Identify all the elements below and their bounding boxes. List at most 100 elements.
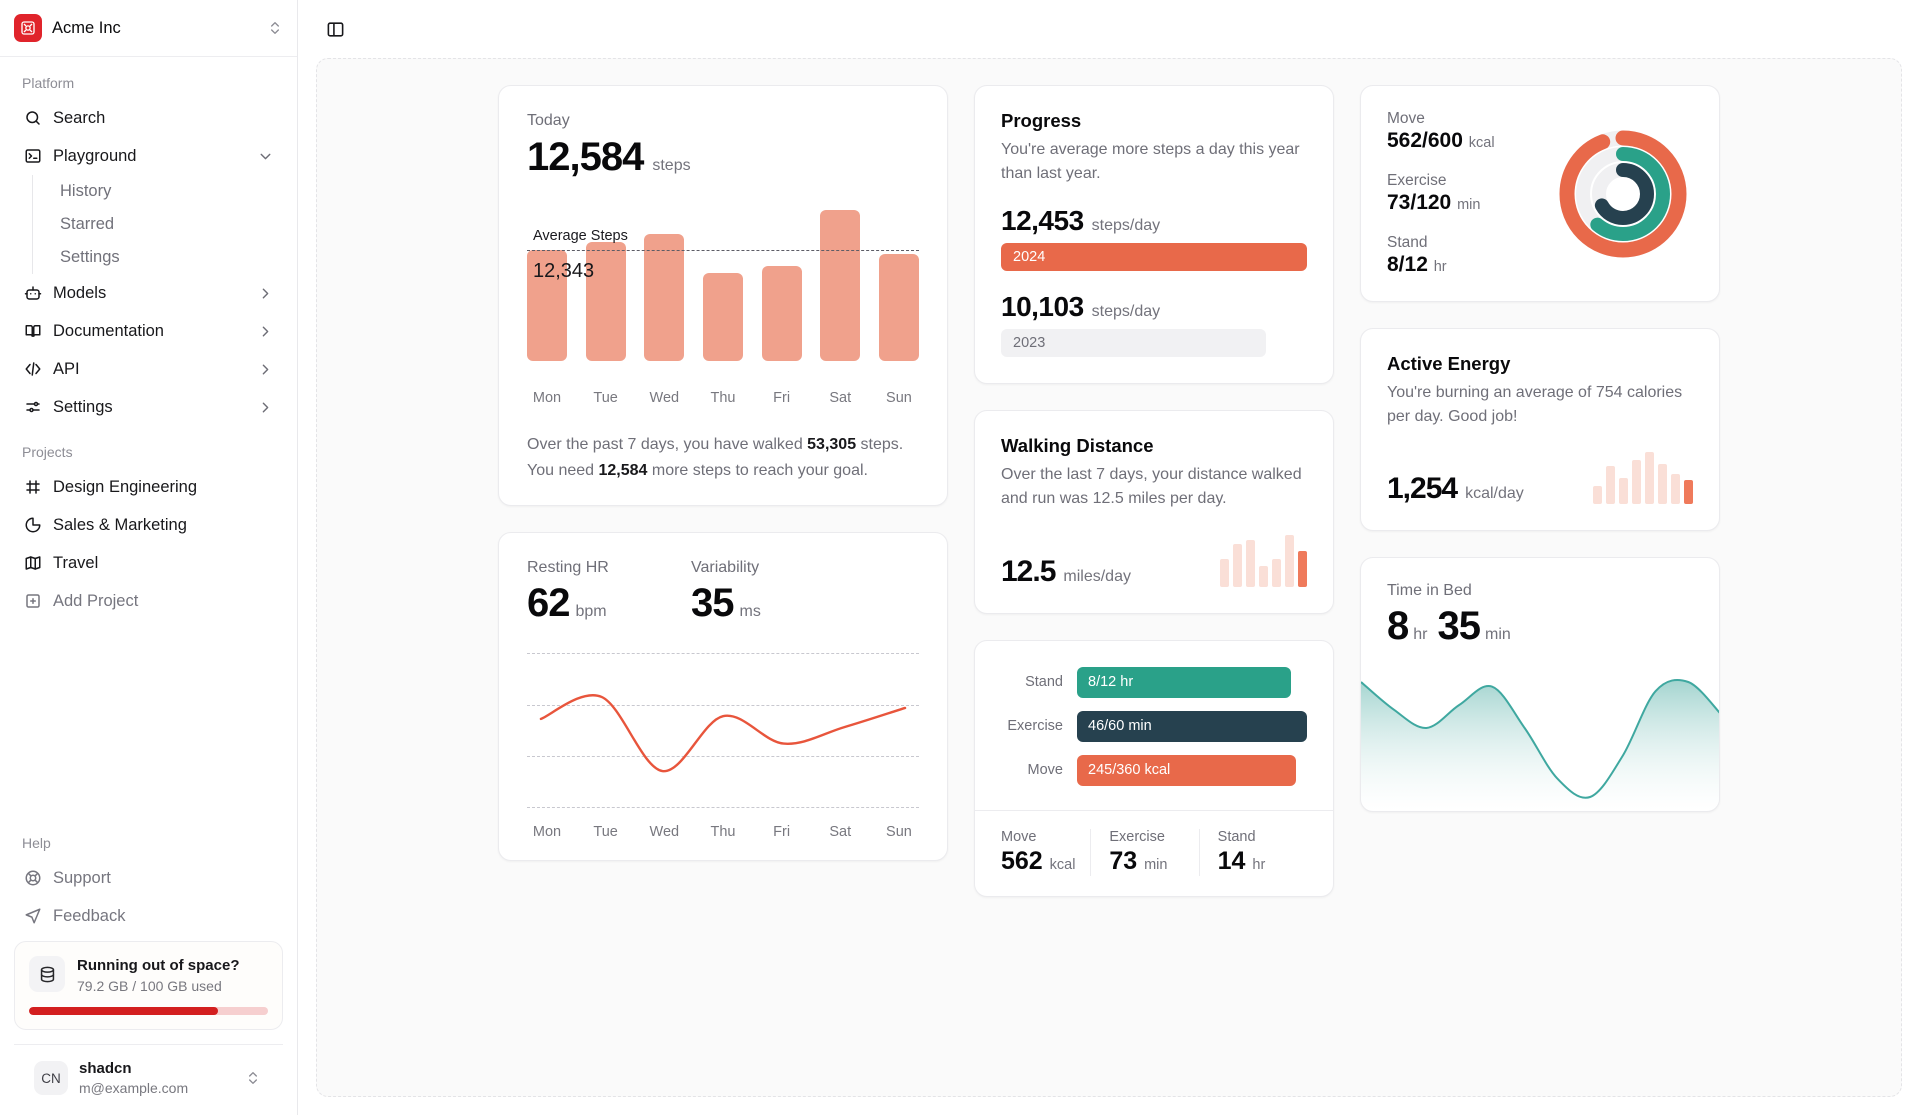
workspace-switcher[interactable]: Acme Inc <box>0 0 297 57</box>
day-label: Thu <box>710 824 736 841</box>
chevron-right-icon[interactable] <box>257 399 274 416</box>
goal-stat-move: Move 562 kcal <box>1001 829 1090 876</box>
sidebar-item-playground[interactable]: Playground <box>14 137 283 175</box>
sparkline-bar <box>1632 460 1641 505</box>
resting-hr-value: 62 <box>527 581 570 626</box>
sidebar-item-api[interactable]: API <box>14 350 283 388</box>
sidebar-subitem-history[interactable]: History <box>51 175 283 208</box>
day-label: Sat <box>829 390 852 406</box>
goal-stat-exercise: Exercise 73 min <box>1090 828 1198 876</box>
lifebuoy-icon <box>23 869 42 888</box>
daily-goals-card: Stand 8/12 hr Exercise 46/60 min Move 245/360… <box>974 639 1334 897</box>
chevron-up-down-icon <box>245 1070 261 1086</box>
sidebar-item-label: Search <box>53 108 106 127</box>
sidebar-item-travel[interactable]: Travel <box>14 544 283 582</box>
goal-stat-label: Move <box>1001 828 1037 845</box>
storage-upgrade-card[interactable]: Running out of space? 79.2 GB / 100 GB u… <box>14 941 283 1031</box>
chevron-right-icon[interactable] <box>257 323 274 340</box>
bar <box>644 234 685 361</box>
progress-description: You're average more steps a day this yea… <box>1001 141 1300 182</box>
chevron-up-down-icon <box>267 20 283 36</box>
sidebar-item-label: Documentation <box>53 321 164 340</box>
sidebar-item-sales-marketing[interactable]: Sales & Marketing <box>14 506 283 544</box>
sidebar-item-feedback[interactable]: Feedback <box>14 897 283 935</box>
sparkline-bar <box>1593 486 1602 505</box>
walking-title: Walking Distance <box>1001 435 1154 457</box>
sparkline-bar <box>1606 466 1615 505</box>
storage-subtitle: 79.2 GB / 100 GB used <box>77 978 222 995</box>
steps-summary-l1-pre: Over the past 7 days, you have walked <box>527 436 808 453</box>
topbar <box>298 0 1920 58</box>
sparkline-bar <box>1233 543 1242 587</box>
variability-stat: Variability 35 ms <box>691 559 855 623</box>
send-icon <box>23 907 42 926</box>
sidebar-item-documentation[interactable]: Documentation <box>14 312 283 350</box>
average-steps-line <box>527 250 919 252</box>
sidebar-subitem-settings[interactable]: Settings <box>51 241 283 274</box>
sparkline-bar <box>1220 558 1229 587</box>
progress-2023-value-row: 10,103 steps/day <box>1001 293 1307 321</box>
sidebar-item-add-project[interactable]: Add Project <box>14 582 283 620</box>
sidebar-item-search[interactable]: Search <box>14 99 283 137</box>
sidebar-item-design-engineering[interactable]: Design Engineering <box>14 468 283 506</box>
frame-icon <box>23 478 42 497</box>
column-left: Today 12,584 steps Average Steps 12,343 … <box>498 85 948 1096</box>
user-info: shadcn m@example.com <box>79 1059 234 1097</box>
sidebar-item-models[interactable]: Models <box>14 274 283 312</box>
goal-stat-stand: Stand 14 hr <box>1198 828 1307 876</box>
progress-2024-value-row: 12,453 steps/day <box>1001 207 1307 235</box>
cards-grid: Today 12,584 steps Average Steps 12,343 … <box>498 85 1720 1096</box>
sparkline-bar <box>1645 452 1654 505</box>
ring-label: Exercise <box>1387 172 1447 189</box>
workspace-name: Acme Inc <box>52 18 121 37</box>
steps-summary-l2-pre: You need <box>527 461 599 479</box>
map-icon <box>23 554 42 573</box>
sidebar-item-settings[interactable]: Settings <box>14 388 283 426</box>
goal-row: Move 245/360 kcal <box>1001 754 1307 786</box>
chevron-right-icon[interactable] <box>257 361 274 378</box>
ring-number: 8/12 <box>1387 253 1428 276</box>
heart-rate-card: Resting HR 62 bpm Variability 35 ms Mon … <box>498 532 948 862</box>
sparkline-bar <box>1298 551 1307 587</box>
walking-value-row: 12.5 miles/day <box>1001 531 1307 587</box>
ring-unit: hr <box>1433 259 1447 275</box>
steps-value: 12,584 <box>527 135 644 179</box>
steps-label: Today <box>527 112 570 129</box>
user-menu-button[interactable]: CN shadcn m@example.com <box>14 1044 283 1115</box>
goal-stat-unit: hr <box>1252 856 1266 873</box>
day-label: Mon <box>532 390 562 406</box>
steps-total: 53,305 <box>807 436 857 453</box>
sidebar-item-label: Design Engineering <box>53 477 198 496</box>
sidebar-nav: Platform Search Playground History Starr… <box>0 57 297 829</box>
sidebar-toggle-icon[interactable] <box>320 14 350 44</box>
heart-rate-line-chart <box>527 645 919 815</box>
user-name: shadcn <box>79 1060 132 1078</box>
day-label: Fri <box>773 824 791 841</box>
ring-value: 73/120 min <box>1387 191 1495 215</box>
storage-progress-track <box>29 1007 268 1016</box>
steps-headline: 12,584 steps <box>527 137 919 177</box>
goal-stat-number: 14 <box>1217 846 1246 875</box>
bar-column <box>702 201 743 361</box>
storage-title: Running out of space? <box>77 957 240 975</box>
heart-stats: Resting HR 62 bpm Variability 35 ms <box>527 559 919 623</box>
goal-stat-number: 562 <box>1001 846 1043 875</box>
day-label: Wed <box>649 390 680 406</box>
book-open-icon <box>23 322 42 341</box>
steps-summary-l1-post: steps. <box>856 436 904 453</box>
progress-2024-unit: steps/day <box>1091 217 1161 235</box>
energy-description: You're burning an average of 754 calorie… <box>1387 384 1683 425</box>
sparkline-bar <box>1259 566 1268 587</box>
sidebar-item-support[interactable]: Support <box>14 859 283 897</box>
goal-name: Exercise <box>1007 718 1063 735</box>
main-content: Today 12,584 steps Average Steps 12,343 … <box>298 0 1920 1115</box>
sidebar-item-label: Playground <box>53 146 137 165</box>
chevron-right-icon[interactable] <box>257 285 274 302</box>
goal-stat-unit: min <box>1144 856 1168 873</box>
variability-label: Variability <box>691 559 760 577</box>
chevron-down-icon[interactable] <box>257 148 274 165</box>
projects-group-label: Projects <box>22 444 73 460</box>
sidebar-subitem-starred[interactable]: Starred <box>51 208 283 241</box>
day-label: Tue <box>593 824 618 841</box>
code-icon <box>23 360 42 379</box>
